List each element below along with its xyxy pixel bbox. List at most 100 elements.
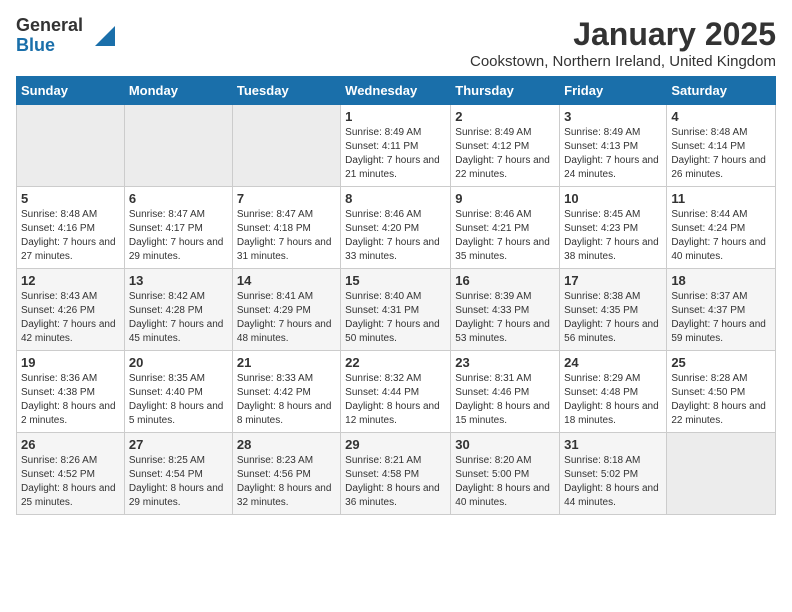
header-thursday: Thursday xyxy=(451,77,560,105)
day-number: 4 xyxy=(671,109,771,124)
day-number: 7 xyxy=(237,191,336,206)
table-row: 5 Sunrise: 8:48 AM Sunset: 4:16 PM Daylig… xyxy=(17,187,125,269)
logo-general-text: General xyxy=(16,16,83,36)
day-info: Sunrise: 8:49 AM Sunset: 4:13 PM Dayligh… xyxy=(564,126,662,182)
day-number: 19 xyxy=(21,355,120,370)
day-info: Sunrise: 8:46 AM Sunset: 4:21 PM Dayligh… xyxy=(455,208,555,264)
day-number: 10 xyxy=(564,191,662,206)
day-number: 8 xyxy=(345,191,446,206)
day-number: 30 xyxy=(455,437,555,452)
day-info: Sunrise: 8:47 AM Sunset: 4:18 PM Dayligh… xyxy=(237,208,336,264)
day-number: 9 xyxy=(455,191,555,206)
day-info: Sunrise: 8:31 AM Sunset: 4:46 PM Dayligh… xyxy=(455,372,555,428)
table-row xyxy=(232,105,340,187)
title-block: January 2025 Cookstown, Northern Ireland… xyxy=(470,16,776,70)
day-number: 20 xyxy=(129,355,228,370)
day-info: Sunrise: 8:20 AM Sunset: 5:00 PM Dayligh… xyxy=(455,454,555,510)
day-info: Sunrise: 8:40 AM Sunset: 4:31 PM Dayligh… xyxy=(345,290,446,346)
table-row: 23 Sunrise: 8:31 AM Sunset: 4:46 PM Dayli… xyxy=(451,351,560,433)
day-info: Sunrise: 8:25 AM Sunset: 4:54 PM Dayligh… xyxy=(129,454,228,510)
table-row: 28 Sunrise: 8:23 AM Sunset: 4:56 PM Dayli… xyxy=(232,433,340,515)
header-monday: Monday xyxy=(124,77,232,105)
logo-icon xyxy=(87,22,115,50)
day-info: Sunrise: 8:23 AM Sunset: 4:56 PM Dayligh… xyxy=(237,454,336,510)
day-number: 24 xyxy=(564,355,662,370)
day-info: Sunrise: 8:29 AM Sunset: 4:48 PM Dayligh… xyxy=(564,372,662,428)
day-number: 13 xyxy=(129,273,228,288)
day-info: Sunrise: 8:18 AM Sunset: 5:02 PM Dayligh… xyxy=(564,454,662,510)
day-number: 21 xyxy=(237,355,336,370)
table-row: 12 Sunrise: 8:43 AM Sunset: 4:26 PM Dayli… xyxy=(17,269,125,351)
day-number: 25 xyxy=(671,355,771,370)
day-number: 28 xyxy=(237,437,336,452)
day-info: Sunrise: 8:43 AM Sunset: 4:26 PM Dayligh… xyxy=(21,290,120,346)
table-row xyxy=(667,433,776,515)
day-number: 18 xyxy=(671,273,771,288)
header-tuesday: Tuesday xyxy=(232,77,340,105)
table-row: 26 Sunrise: 8:26 AM Sunset: 4:52 PM Dayli… xyxy=(17,433,125,515)
table-row: 30 Sunrise: 8:20 AM Sunset: 5:00 PM Dayli… xyxy=(451,433,560,515)
day-info: Sunrise: 8:45 AM Sunset: 4:23 PM Dayligh… xyxy=(564,208,662,264)
header-wednesday: Wednesday xyxy=(341,77,451,105)
day-number: 16 xyxy=(455,273,555,288)
day-number: 26 xyxy=(21,437,120,452)
day-number: 1 xyxy=(345,109,446,124)
table-row: 1 Sunrise: 8:49 AM Sunset: 4:11 PM Daylig… xyxy=(341,105,451,187)
table-row: 31Sunrise: 8:18 AM Sunset: 5:02 PM Dayli… xyxy=(560,433,667,515)
day-info: Sunrise: 8:37 AM Sunset: 4:37 PM Dayligh… xyxy=(671,290,771,346)
day-number: 22 xyxy=(345,355,446,370)
day-info: Sunrise: 8:42 AM Sunset: 4:28 PM Dayligh… xyxy=(129,290,228,346)
table-row: 8 Sunrise: 8:46 AM Sunset: 4:20 PM Daylig… xyxy=(341,187,451,269)
day-info: Sunrise: 8:35 AM Sunset: 4:40 PM Dayligh… xyxy=(129,372,228,428)
table-row: 24 Sunrise: 8:29 AM Sunset: 4:48 PM Dayli… xyxy=(560,351,667,433)
day-number: 14 xyxy=(237,273,336,288)
day-number: 5 xyxy=(21,191,120,206)
day-info: Sunrise: 8:33 AM Sunset: 4:42 PM Dayligh… xyxy=(237,372,336,428)
month-title: January 2025 xyxy=(470,16,776,53)
day-number: 2 xyxy=(455,109,555,124)
page-header: General Blue January 2025 Cookstown, Nor… xyxy=(16,16,776,70)
table-row: 27Sunrise: 8:25 AM Sunset: 4:54 PM Dayli… xyxy=(124,433,232,515)
header-saturday: Saturday xyxy=(667,77,776,105)
day-info: Sunrise: 8:41 AM Sunset: 4:29 PM Dayligh… xyxy=(237,290,336,346)
day-number: 11 xyxy=(671,191,771,206)
table-row: 11Sunrise: 8:44 AM Sunset: 4:24 PM Dayli… xyxy=(667,187,776,269)
day-info: Sunrise: 8:32 AM Sunset: 4:44 PM Dayligh… xyxy=(345,372,446,428)
table-row: 18 Sunrise: 8:37 AM Sunset: 4:37 PM Dayli… xyxy=(667,269,776,351)
table-row: 21 Sunrise: 8:33 AM Sunset: 4:42 PM Dayli… xyxy=(232,351,340,433)
logo-blue-text: Blue xyxy=(16,36,83,56)
day-info: Sunrise: 8:48 AM Sunset: 4:16 PM Dayligh… xyxy=(21,208,120,264)
table-row: 25 Sunrise: 8:28 AM Sunset: 4:50 PM Dayli… xyxy=(667,351,776,433)
table-row: 19 Sunrise: 8:36 AM Sunset: 4:38 PM Dayli… xyxy=(17,351,125,433)
calendar-week-row: 1 Sunrise: 8:49 AM Sunset: 4:11 PM Daylig… xyxy=(17,105,776,187)
logo: General Blue xyxy=(16,16,115,56)
header-friday: Friday xyxy=(560,77,667,105)
table-row: 6Sunrise: 8:47 AM Sunset: 4:17 PM Daylig… xyxy=(124,187,232,269)
day-info: Sunrise: 8:26 AM Sunset: 4:52 PM Dayligh… xyxy=(21,454,120,510)
day-info: Sunrise: 8:49 AM Sunset: 4:12 PM Dayligh… xyxy=(455,126,555,182)
calendar-week-row: 5 Sunrise: 8:48 AM Sunset: 4:16 PM Daylig… xyxy=(17,187,776,269)
day-info: Sunrise: 8:38 AM Sunset: 4:35 PM Dayligh… xyxy=(564,290,662,346)
day-info: Sunrise: 8:46 AM Sunset: 4:20 PM Dayligh… xyxy=(345,208,446,264)
day-info: Sunrise: 8:48 AM Sunset: 4:14 PM Dayligh… xyxy=(671,126,771,182)
table-row: 3Sunrise: 8:49 AM Sunset: 4:13 PM Daylig… xyxy=(560,105,667,187)
calendar-week-row: 12 Sunrise: 8:43 AM Sunset: 4:26 PM Dayli… xyxy=(17,269,776,351)
day-info: Sunrise: 8:47 AM Sunset: 4:17 PM Dayligh… xyxy=(129,208,228,264)
calendar-table: Sunday Monday Tuesday Wednesday Thursday… xyxy=(16,76,776,515)
day-info: Sunrise: 8:39 AM Sunset: 4:33 PM Dayligh… xyxy=(455,290,555,346)
day-info: Sunrise: 8:49 AM Sunset: 4:11 PM Dayligh… xyxy=(345,126,446,182)
day-info: Sunrise: 8:36 AM Sunset: 4:38 PM Dayligh… xyxy=(21,372,120,428)
table-row: 14 Sunrise: 8:41 AM Sunset: 4:29 PM Dayli… xyxy=(232,269,340,351)
table-row: 13 Sunrise: 8:42 AM Sunset: 4:28 PM Dayli… xyxy=(124,269,232,351)
table-row: 17Sunrise: 8:38 AM Sunset: 4:35 PM Dayli… xyxy=(560,269,667,351)
calendar-week-row: 26 Sunrise: 8:26 AM Sunset: 4:52 PM Dayli… xyxy=(17,433,776,515)
day-info: Sunrise: 8:28 AM Sunset: 4:50 PM Dayligh… xyxy=(671,372,771,428)
day-number: 23 xyxy=(455,355,555,370)
table-row: 9 Sunrise: 8:46 AM Sunset: 4:21 PM Daylig… xyxy=(451,187,560,269)
table-row xyxy=(124,105,232,187)
table-row xyxy=(17,105,125,187)
calendar-header-row: Sunday Monday Tuesday Wednesday Thursday… xyxy=(17,77,776,105)
table-row: 4 Sunrise: 8:48 AM Sunset: 4:14 PM Daylig… xyxy=(667,105,776,187)
location: Cookstown, Northern Ireland, United King… xyxy=(470,53,776,70)
day-number: 12 xyxy=(21,273,120,288)
